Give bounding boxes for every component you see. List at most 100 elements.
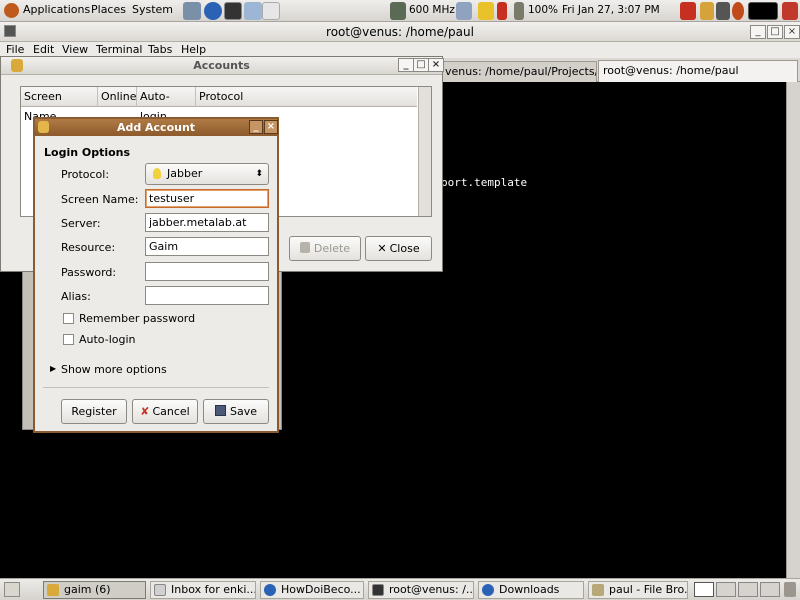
taskbar-item-browser[interactable]: HowDoiBeco... xyxy=(260,581,364,599)
register-button[interactable]: Register xyxy=(61,399,127,424)
server-input[interactable]: jabber.metalab.at xyxy=(145,213,269,232)
mail-launcher-icon[interactable] xyxy=(183,2,201,20)
menu-places[interactable]: Places xyxy=(91,3,126,16)
gaim-icon xyxy=(11,59,23,72)
taskbar-label: paul - File Bro... xyxy=(609,583,688,596)
folder-icon xyxy=(592,584,604,596)
delete-button[interactable]: Delete xyxy=(289,236,361,261)
tab-projects[interactable]: venus: /home/paul/Projects/m... xyxy=(440,61,597,82)
volume-icon[interactable] xyxy=(716,2,730,20)
gaim-icon xyxy=(38,121,49,133)
column-auto-login[interactable]: Auto-login xyxy=(137,87,196,123)
delete-label: Delete xyxy=(313,242,351,255)
alias-input[interactable] xyxy=(145,286,269,305)
add-account-titlebar[interactable]: Add Account _ × xyxy=(35,119,278,136)
accounts-list-header: Screen Name Online Auto-login Protocol xyxy=(21,87,417,123)
add-account-title: Add Account xyxy=(116,121,196,134)
taskbar-label: HowDoiBeco... xyxy=(281,583,361,596)
save-label: Save xyxy=(229,405,257,418)
close-label: Close xyxy=(389,242,420,255)
screen-name-label: Screen Name: xyxy=(61,193,139,206)
remember-password-label[interactable]: Remember password xyxy=(79,312,195,325)
accounts-titlebar[interactable]: Accounts _ □ × xyxy=(1,57,444,75)
downloads-icon xyxy=(482,584,494,596)
browser-icon xyxy=(264,584,276,596)
tab-home[interactable]: root@venus: /home/paul xyxy=(598,60,798,83)
system-tray-icon[interactable] xyxy=(732,2,744,20)
accounts-list-scrollbar[interactable] xyxy=(418,87,431,216)
column-screen-name[interactable]: Screen Name xyxy=(21,87,98,123)
close-x-icon: ✕ xyxy=(377,242,387,255)
terminal-scrollbar[interactable] xyxy=(786,82,800,578)
cpu-frequency: 600 MHz xyxy=(409,4,455,16)
close-icon[interactable]: × xyxy=(264,120,278,134)
ubuntu-logo-icon[interactable] xyxy=(4,3,19,18)
taskbar-label: root@venus: /... xyxy=(389,583,474,596)
show-more-options-expander[interactable]: Show more options xyxy=(61,363,167,376)
close-icon[interactable]: × xyxy=(784,25,800,39)
menu-applications[interactable]: Applications xyxy=(23,3,90,16)
terminal-icon xyxy=(372,584,384,596)
taskbar-item-inbox[interactable]: Inbox for enki... xyxy=(150,581,256,599)
auto-login-label[interactable]: Auto-login xyxy=(79,333,136,346)
maximize-icon[interactable]: □ xyxy=(767,25,783,39)
column-protocol[interactable]: Protocol xyxy=(196,87,417,107)
resource-input[interactable]: Gaim xyxy=(145,237,269,256)
protocol-label: Protocol: xyxy=(61,168,110,181)
cancel-button[interactable]: ✘ Cancel xyxy=(132,399,198,424)
trash-icon[interactable] xyxy=(784,582,796,597)
protocol-value: Jabber xyxy=(167,167,203,180)
taskbar-label: Downloads xyxy=(499,583,560,596)
remember-password-checkbox[interactable] xyxy=(63,313,74,324)
taskbar-item-gaim[interactable]: gaim (6) xyxy=(43,581,146,599)
editor-launcher-icon[interactable] xyxy=(262,2,280,20)
save-button[interactable]: Save xyxy=(203,399,269,424)
screen-name-input[interactable]: testuser xyxy=(145,189,269,208)
terminal-titlebar[interactable]: root@venus: /home/paul _ □ × xyxy=(0,22,800,42)
taskbar-label: gaim (6) xyxy=(64,583,111,596)
maximize-icon[interactable]: □ xyxy=(413,58,429,72)
browser-launcher-icon[interactable] xyxy=(204,2,222,20)
workspace-2[interactable] xyxy=(716,582,736,597)
taskbar-item-downloads[interactable]: Downloads xyxy=(478,581,584,599)
battery-level: 100% xyxy=(528,4,559,16)
gaim-tray-icon[interactable] xyxy=(680,2,696,20)
update-icon[interactable] xyxy=(456,2,472,20)
column-online[interactable]: Online xyxy=(98,87,137,107)
auto-login-checkbox[interactable] xyxy=(63,334,74,345)
notification-icon[interactable] xyxy=(497,2,507,20)
password-input[interactable] xyxy=(145,262,269,281)
terminal-launcher-icon[interactable] xyxy=(224,2,242,20)
updown-arrow-icon: ⬍ xyxy=(255,169,263,179)
cancel-x-icon: ✘ xyxy=(140,405,150,418)
workspace-3[interactable] xyxy=(738,582,758,597)
minimize-icon[interactable]: _ xyxy=(750,25,766,39)
cancel-label: Cancel xyxy=(152,405,190,418)
terminal-line: port.template xyxy=(441,176,528,189)
trash-icon xyxy=(299,242,310,253)
workspace-4[interactable] xyxy=(760,582,780,597)
taskbar-item-terminal[interactable]: root@venus: /... xyxy=(368,581,474,599)
close-icon[interactable]: × xyxy=(428,58,444,72)
screenshot-launcher-icon[interactable] xyxy=(244,2,262,20)
taskbar-item-file-browser[interactable]: paul - File Bro... xyxy=(588,581,688,599)
battery-icon xyxy=(514,2,524,20)
shutdown-icon[interactable] xyxy=(782,2,798,20)
taskbar-label: Inbox for enki... xyxy=(171,583,256,596)
warning-icon[interactable] xyxy=(478,2,494,20)
menu-system[interactable]: System xyxy=(132,3,173,16)
expander-arrow-icon[interactable]: ▶ xyxy=(50,364,56,373)
accounts-title: Accounts xyxy=(193,59,250,72)
minimize-icon[interactable]: _ xyxy=(398,58,414,72)
buddy-tray-icon[interactable] xyxy=(700,2,714,20)
mail-icon xyxy=(154,584,166,596)
lightbulb-icon xyxy=(153,168,161,179)
terminal-title: root@venus: /home/paul xyxy=(326,25,474,39)
protocol-select[interactable]: Jabber ⬍ xyxy=(145,163,269,185)
clock[interactable]: Fri Jan 27, 3:07 PM xyxy=(562,4,660,16)
show-desktop-icon[interactable] xyxy=(4,582,20,597)
workspace-1[interactable] xyxy=(694,582,714,597)
close-button[interactable]: ✕ Close xyxy=(365,236,432,261)
workspace-switcher[interactable] xyxy=(748,2,778,20)
minimize-icon[interactable]: _ xyxy=(249,120,263,134)
